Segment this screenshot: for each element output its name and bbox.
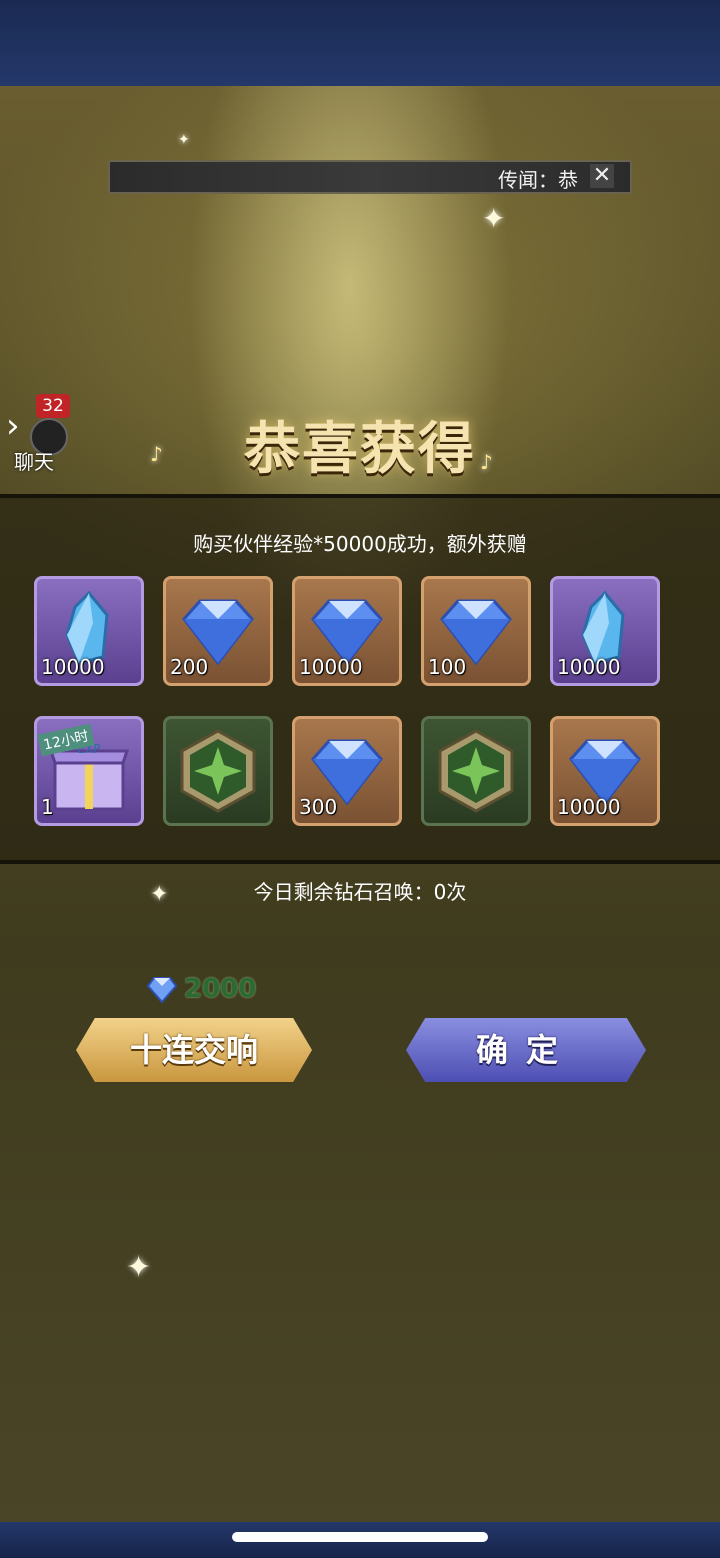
music-note-icon: ♪ [150, 442, 163, 466]
chat-button[interactable]: › 32 聊天 [0, 384, 70, 474]
reward-item[interactable]: 10000 [550, 576, 660, 686]
reward-item[interactable] [421, 716, 531, 826]
chevron-right-icon: › [6, 406, 20, 446]
cost-value: 2000 [184, 974, 257, 1004]
reward-item[interactable]: EXP 12小时 1 [34, 716, 144, 826]
reward-title: 恭喜获得 [244, 416, 476, 482]
purchase-message: 购买伙伴经验*50000成功，额外获赠 [193, 532, 527, 556]
sparkle-icon: ✦ [482, 202, 506, 235]
unread-badge: 32 [36, 394, 70, 418]
summon-remaining-text: 今日剩余钻石召唤：0次 [253, 880, 467, 904]
emblem-icon [180, 729, 256, 813]
home-indicator[interactable] [232, 1532, 488, 1542]
confirm-button[interactable]: 确定 [406, 1018, 646, 1082]
ten-pull-button[interactable]: 十连交响 [76, 1018, 312, 1082]
sparkle-icon: ✦ [126, 1250, 152, 1285]
close-icon[interactable]: ✕ [590, 164, 614, 188]
reward-item[interactable] [163, 716, 273, 826]
reward-item[interactable]: 100 [421, 576, 531, 686]
reward-item[interactable]: 10000 [34, 576, 144, 686]
diamond-icon [146, 977, 178, 1004]
reward-item[interactable]: 10000 [292, 576, 402, 686]
sparkle-icon: ✦ [178, 132, 190, 148]
announcement-text: 传闻：恭 [498, 168, 578, 192]
reward-item[interactable]: 10000 [550, 716, 660, 826]
reward-panel: 购买伙伴经验*50000成功，额外获赠 10000 200 10000 100 … [0, 494, 720, 864]
reward-item[interactable]: 300 [292, 716, 402, 826]
emblem-icon [438, 729, 514, 813]
reward-item[interactable]: 200 [163, 576, 273, 686]
announcement-bar: 传闻：恭 ✕ [108, 160, 632, 194]
reward-screen: ✦ ✦ ♪ ♪ ✦ ✦ 传闻：恭 ✕ › 32 聊天 恭喜获得 购买伙伴经验*5… [0, 86, 720, 1522]
chat-label: 聊天 [14, 450, 54, 474]
top-decor-band [0, 0, 720, 86]
